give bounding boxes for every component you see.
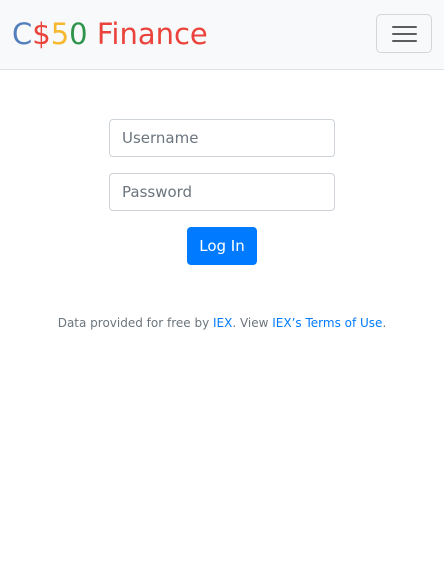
navbar-toggler-button[interactable] [376,14,432,53]
password-input[interactable] [109,173,335,211]
username-input[interactable] [109,119,335,157]
iex-terms-link[interactable]: IEX’s Terms of Use [272,316,382,330]
brand-letter-5: 5 [50,17,70,51]
brand-word-finance: Finance [87,17,208,51]
brand-letter-0: 0 [69,17,88,51]
footer-text-before: Data provided for free by [57,316,213,330]
brand-letter-c: C [12,17,33,51]
footer-attribution: Data provided for free by IEX. View IEX’… [0,314,444,332]
brand-letter-dollar: $ [32,17,51,51]
footer-text-middle: . View [232,316,273,330]
brand-logo[interactable]: C$50 Finance [12,14,208,54]
login-button[interactable]: Log In [187,227,257,265]
footer-text-after: . [382,316,387,330]
navbar: C$50 Finance [0,0,444,70]
iex-link[interactable]: IEX [213,316,232,330]
